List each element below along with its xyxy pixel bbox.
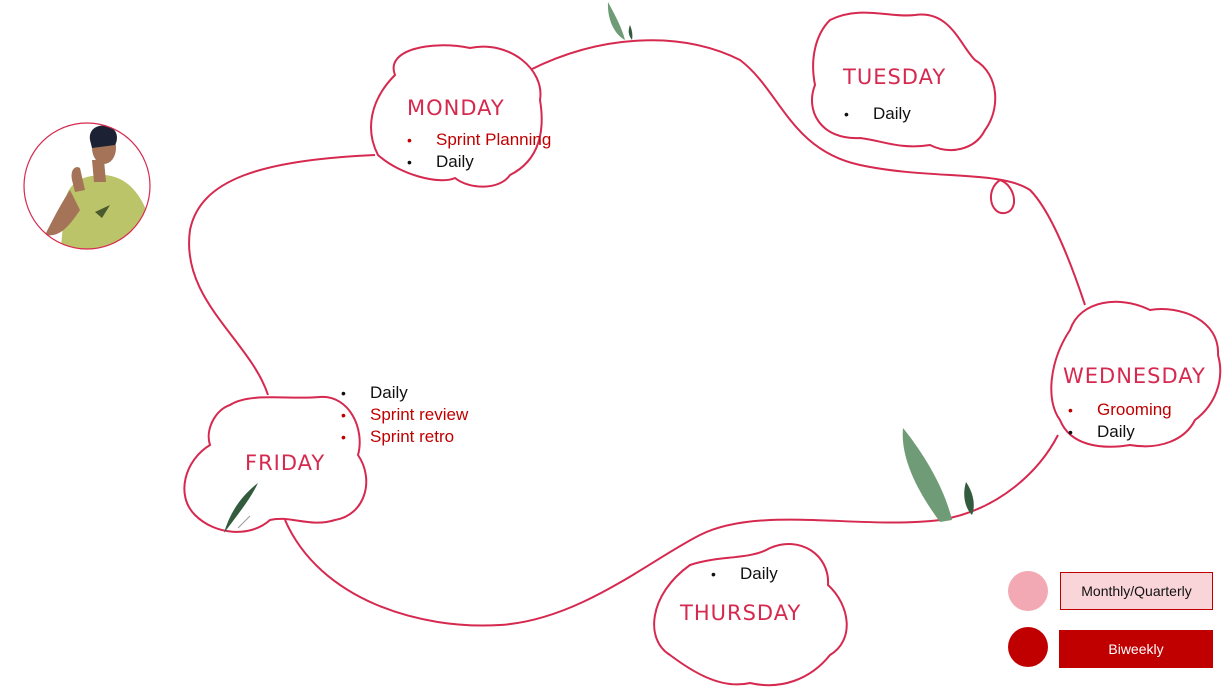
legend-swatch-monthly-quarterly	[1008, 571, 1048, 611]
list-item: Daily	[844, 103, 911, 125]
monday-title: MONDAY	[407, 96, 505, 120]
friday-title: FRIDAY	[245, 451, 326, 475]
leaf-icon	[902, 428, 952, 522]
avatar	[23, 122, 151, 250]
list-item: Sprint retro	[341, 426, 468, 448]
monday-task-list: Sprint Planning Daily	[407, 129, 551, 173]
legend-swatch-biweekly	[1008, 627, 1048, 667]
list-item: Sprint Planning	[407, 129, 551, 151]
thursday-task-list: Daily	[711, 563, 778, 585]
legend-label-biweekly: Biweekly	[1059, 630, 1213, 668]
list-item: Daily	[341, 382, 468, 404]
list-item: Sprint review	[341, 404, 468, 426]
list-item: Daily	[407, 151, 551, 173]
thursday-title: THURSDAY	[680, 601, 802, 625]
list-item: Grooming	[1068, 399, 1172, 421]
wednesday-title: WEDNESDAY	[1063, 364, 1206, 388]
leaf-icon	[964, 482, 974, 515]
leaf-icon	[628, 25, 633, 40]
list-item: Daily	[1068, 421, 1172, 443]
legend-label-monthly-quarterly: Monthly/Quarterly	[1060, 572, 1213, 610]
friday-task-list: Daily Sprint review Sprint retro	[341, 382, 468, 448]
wednesday-task-list: Grooming Daily	[1068, 399, 1172, 443]
tuesday-title: TUESDAY	[843, 65, 947, 89]
loop-curl	[990, 178, 1015, 215]
leaf-icon	[607, 2, 625, 40]
list-item: Daily	[711, 563, 778, 585]
tuesday-task-list: Daily	[844, 103, 911, 125]
